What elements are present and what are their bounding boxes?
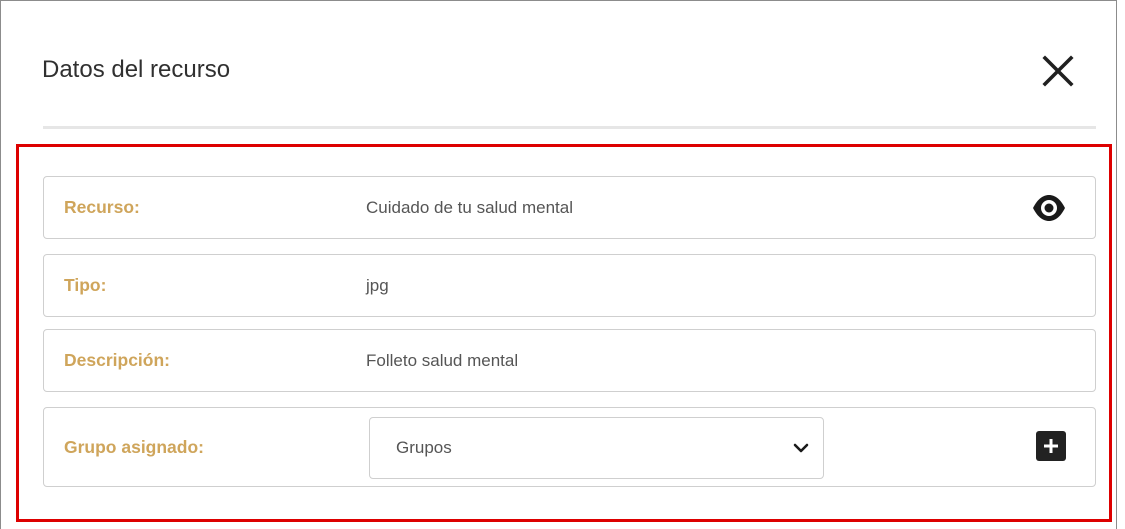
chevron-down-icon bbox=[793, 443, 809, 453]
descripcion-value: Folleto salud mental bbox=[366, 351, 519, 370]
recurso-value: Cuidado de tu salud mental bbox=[366, 198, 573, 217]
close-icon bbox=[1042, 55, 1074, 87]
resource-details-modal: Datos del recurso Recurso: Cuidado de tu… bbox=[0, 0, 1117, 529]
close-button[interactable] bbox=[1038, 51, 1078, 91]
field-row-recurso: Recurso: Cuidado de tu salud mental bbox=[43, 176, 1096, 239]
modal-title: Datos del recurso bbox=[42, 56, 231, 83]
plus-icon bbox=[1044, 439, 1058, 453]
descripcion-label: Descripción: bbox=[64, 350, 170, 370]
field-row-descripcion: Descripción: Folleto salud mental bbox=[43, 329, 1096, 392]
eye-icon bbox=[1033, 195, 1065, 221]
grupo-label: Grupo asignado: bbox=[64, 437, 204, 457]
recurso-label: Recurso: bbox=[64, 197, 140, 217]
group-select-value: Grupos bbox=[396, 438, 452, 457]
view-resource-button[interactable] bbox=[1031, 191, 1067, 225]
group-select[interactable]: Grupos bbox=[369, 417, 824, 479]
tipo-value: jpg bbox=[366, 276, 389, 295]
tipo-label: Tipo: bbox=[64, 275, 107, 295]
add-group-button[interactable] bbox=[1036, 431, 1066, 461]
field-row-tipo: Tipo: jpg bbox=[43, 254, 1096, 317]
header-divider bbox=[43, 126, 1096, 129]
field-row-grupo: Grupo asignado: Grupos bbox=[43, 407, 1096, 487]
